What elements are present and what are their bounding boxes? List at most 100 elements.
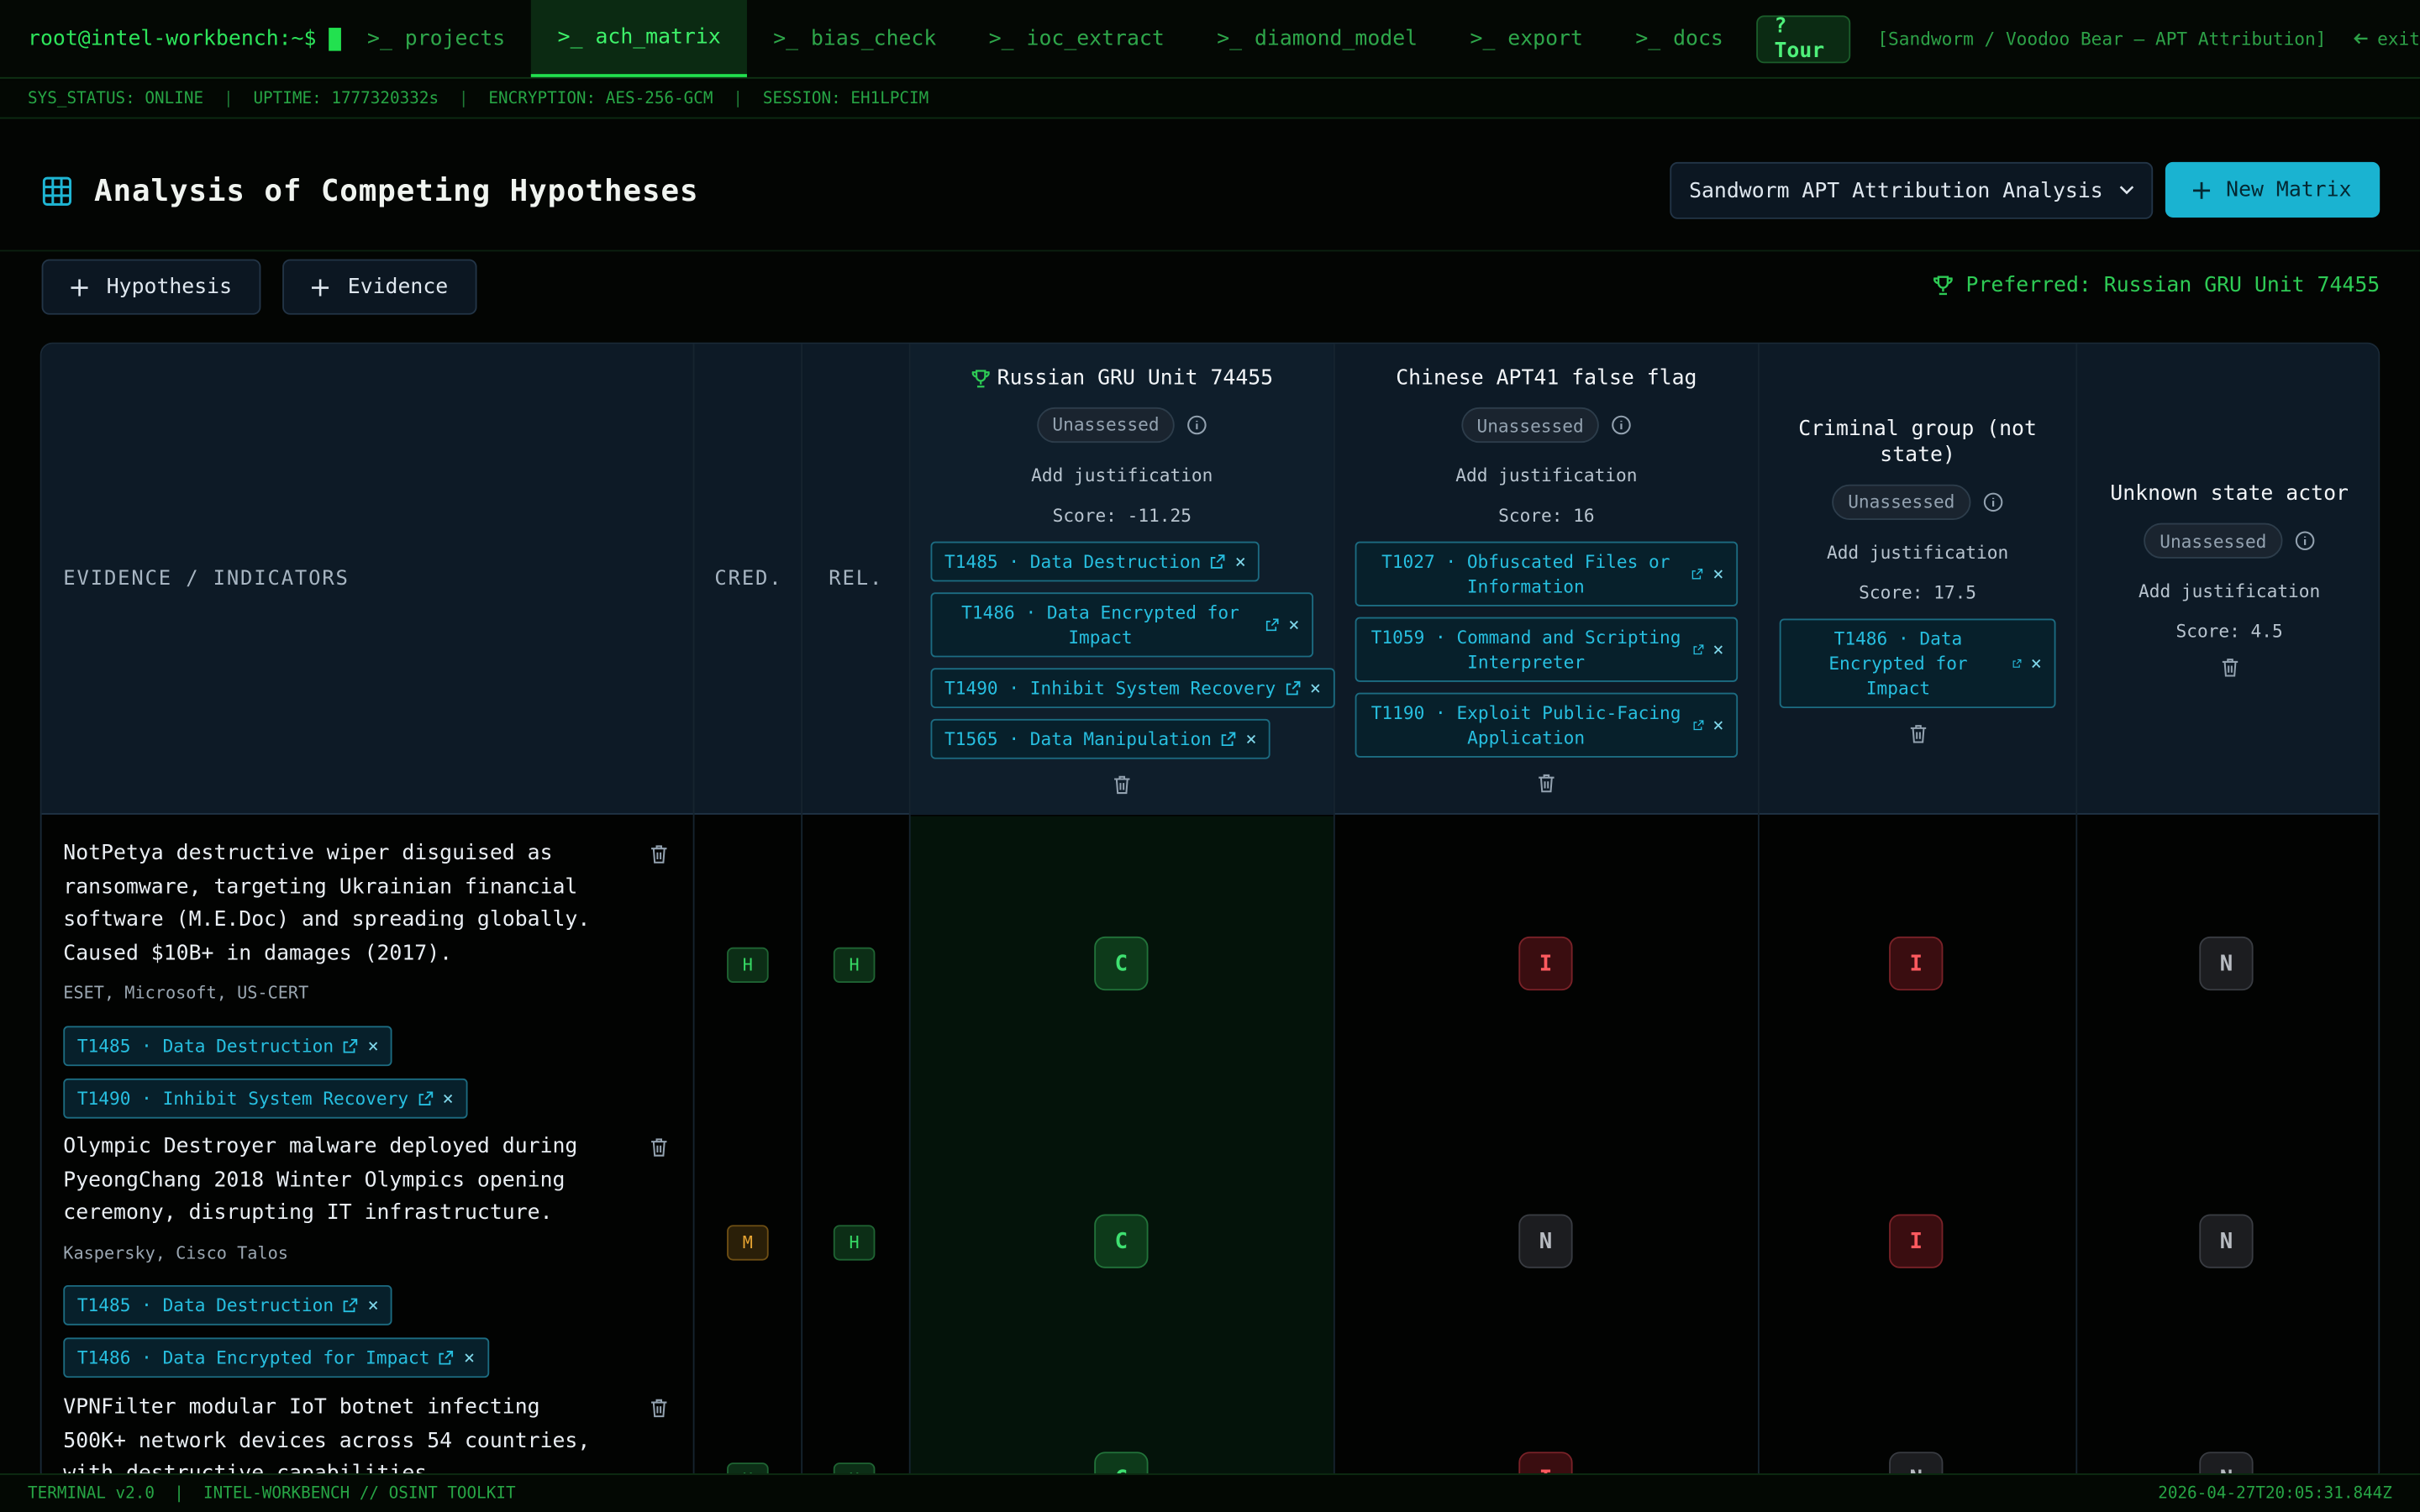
technique-tag[interactable]: T1486 · Data Encrypted for Impact ×	[63, 1337, 489, 1378]
close-icon[interactable]: ×	[1288, 612, 1299, 636]
close-icon[interactable]: ×	[1245, 726, 1256, 750]
close-icon[interactable]: ×	[1712, 713, 1723, 738]
rating-cell[interactable]: N	[2199, 1214, 2254, 1268]
app-root: root@intel-workbench:~$ >_ projects >_ a…	[0, 0, 2420, 1512]
matrix-select[interactable]: Sandworm APT Attribution Analysis	[1670, 161, 2154, 219]
add-hypothesis-button[interactable]: Hypothesis	[41, 259, 261, 315]
technique-tag[interactable]: T1485 · Data Destruction ×	[930, 540, 1260, 581]
info-icon[interactable]	[2294, 531, 2314, 551]
technique-tag-label: T1486 · Data Encrypted for Impact	[76, 1347, 430, 1369]
rating-cell[interactable]: C	[1094, 1214, 1149, 1268]
rating-cell[interactable]: N	[1518, 1214, 1573, 1268]
add-justification-link[interactable]: Add justification	[1455, 465, 1637, 486]
relevance-badge[interactable]: H	[833, 947, 876, 983]
tab-projects[interactable]: >_ projects	[341, 0, 532, 77]
grid-icon	[42, 176, 72, 205]
trash-icon[interactable]	[2220, 657, 2238, 677]
exit-label: exit	[2377, 28, 2420, 50]
external-link-icon[interactable]	[1285, 680, 1300, 695]
external-link-icon[interactable]	[1265, 617, 1279, 632]
technique-tag[interactable]: T1490 · Inhibit System Recovery ×	[63, 1077, 468, 1118]
tab-diamond-model[interactable]: >_ diamond_model	[1191, 0, 1444, 77]
add-hypothesis-label: Hypothesis	[106, 274, 233, 300]
trash-icon[interactable]	[1113, 774, 1131, 794]
close-icon[interactable]: ×	[1310, 675, 1321, 700]
info-icon[interactable]	[1187, 414, 1207, 434]
rating-cell[interactable]: N	[2199, 936, 2254, 991]
info-icon[interactable]	[1982, 491, 2002, 512]
trash-icon[interactable]	[1908, 722, 1927, 743]
rating-cell[interactable]: I	[1889, 936, 1944, 991]
close-icon[interactable]: ×	[1712, 562, 1723, 586]
credibility-badge[interactable]: M	[727, 1225, 769, 1261]
relevance-badge[interactable]: H	[833, 1225, 876, 1261]
close-icon[interactable]: ×	[1712, 638, 1723, 662]
status-badge[interactable]: Unassessed	[1461, 407, 1600, 444]
evidence-source: Kaspersky, Cisco Talos	[63, 1242, 288, 1263]
technique-tags: T1486 · Data Encrypted for Impact ×	[1760, 617, 2076, 708]
close-icon[interactable]: ×	[2031, 650, 2042, 675]
external-link-icon[interactable]	[2012, 655, 2022, 670]
trash-icon[interactable]	[650, 1137, 668, 1158]
technique-tag[interactable]: T1565 · Data Manipulation ×	[930, 717, 1271, 759]
plus-icon	[312, 278, 329, 296]
info-icon[interactable]	[1612, 415, 1632, 435]
credibility-column-header: CRED.	[714, 567, 783, 591]
technique-tag[interactable]: T1485 · Data Destruction ×	[63, 1025, 393, 1066]
tour-button[interactable]: ? Tour	[1755, 14, 1850, 63]
rating-cell[interactable]: I	[1889, 1214, 1944, 1268]
technique-tag[interactable]: T1027 · Obfuscated Files or Information …	[1355, 541, 1739, 606]
trash-icon[interactable]	[1537, 773, 1555, 793]
status-separator: |	[223, 89, 234, 108]
close-icon[interactable]: ×	[464, 1346, 475, 1370]
technique-tag[interactable]: T1485 · Data Destruction ×	[63, 1284, 393, 1326]
trash-icon[interactable]	[650, 844, 668, 864]
trash-icon[interactable]	[650, 1398, 668, 1418]
technique-tag-label: T1490 · Inhibit System Recovery	[76, 1086, 409, 1109]
add-justification-link[interactable]: Add justification	[2139, 580, 2320, 602]
evidence-tags: T1485 · Data Destruction × T1490 · Inhib…	[63, 1025, 603, 1118]
external-link-icon[interactable]	[343, 1298, 358, 1313]
close-icon[interactable]: ×	[442, 1085, 453, 1110]
tab-ach-matrix[interactable]: >_ ach_matrix	[531, 0, 747, 77]
rating-cell[interactable]: I	[1518, 936, 1573, 991]
tab-ioc-extract[interactable]: >_ ioc_extract	[963, 0, 1191, 77]
close-icon[interactable]: ×	[367, 1033, 378, 1058]
status-separator: |	[733, 89, 743, 108]
external-link-icon[interactable]	[1692, 642, 1703, 657]
tab-bias-check[interactable]: >_ bias_check	[747, 0, 963, 77]
add-justification-link[interactable]: Add justification	[1827, 541, 2008, 563]
new-matrix-button[interactable]: New Matrix	[2165, 161, 2381, 218]
technique-tag[interactable]: T1190 · Exploit Public-Facing Applicatio…	[1355, 692, 1739, 758]
external-link-icon[interactable]	[439, 1350, 455, 1365]
external-link-icon[interactable]	[343, 1037, 358, 1053]
credibility-badge[interactable]: H	[727, 947, 769, 983]
tab-docs[interactable]: >_ docs	[1609, 0, 1749, 77]
prompt-text: root@intel-workbench:~$	[28, 26, 317, 51]
page-header: Analysis of Competing Hypotheses Sandwor…	[42, 161, 2381, 219]
technique-tag[interactable]: T1059 · Command and Scripting Interprete…	[1355, 617, 1739, 682]
close-icon[interactable]: ×	[1235, 549, 1246, 573]
matrix-select-value: Sandworm APT Attribution Analysis	[1689, 178, 2103, 203]
exit-button[interactable]: exit	[2354, 28, 2420, 50]
add-justification-link[interactable]: Add justification	[1031, 464, 1213, 486]
rating-cell[interactable]: C	[1094, 936, 1149, 991]
technique-tag[interactable]: T1490 · Inhibit System Recovery ×	[930, 667, 1335, 708]
external-link-icon[interactable]	[418, 1090, 433, 1105]
external-link-icon[interactable]	[1692, 717, 1703, 732]
hypothesis-name: Chinese APT41 false flag	[1374, 365, 1718, 391]
technique-tag[interactable]: T1486 · Data Encrypted for Impact ×	[1779, 617, 2056, 708]
tab-export[interactable]: >_ export	[1444, 0, 1609, 77]
close-icon[interactable]: ×	[367, 1293, 378, 1317]
external-link-icon[interactable]	[1691, 566, 1703, 581]
status-badge[interactable]: Unassessed	[1037, 406, 1175, 443]
plus-icon	[71, 278, 88, 296]
technique-tag[interactable]: T1486 · Data Encrypted for Impact ×	[930, 591, 1314, 657]
status-badge[interactable]: Unassessed	[2144, 522, 2282, 559]
external-link-icon[interactable]	[1210, 553, 1225, 568]
external-link-icon[interactable]	[1221, 731, 1236, 746]
hypothesis-name: Unknown state actor	[2089, 481, 2370, 507]
status-badge[interactable]: Unassessed	[1832, 483, 1970, 520]
add-evidence-button[interactable]: Evidence	[282, 259, 478, 315]
status-encryption: ENCRYPTION: AES-256-GCM	[488, 89, 713, 108]
